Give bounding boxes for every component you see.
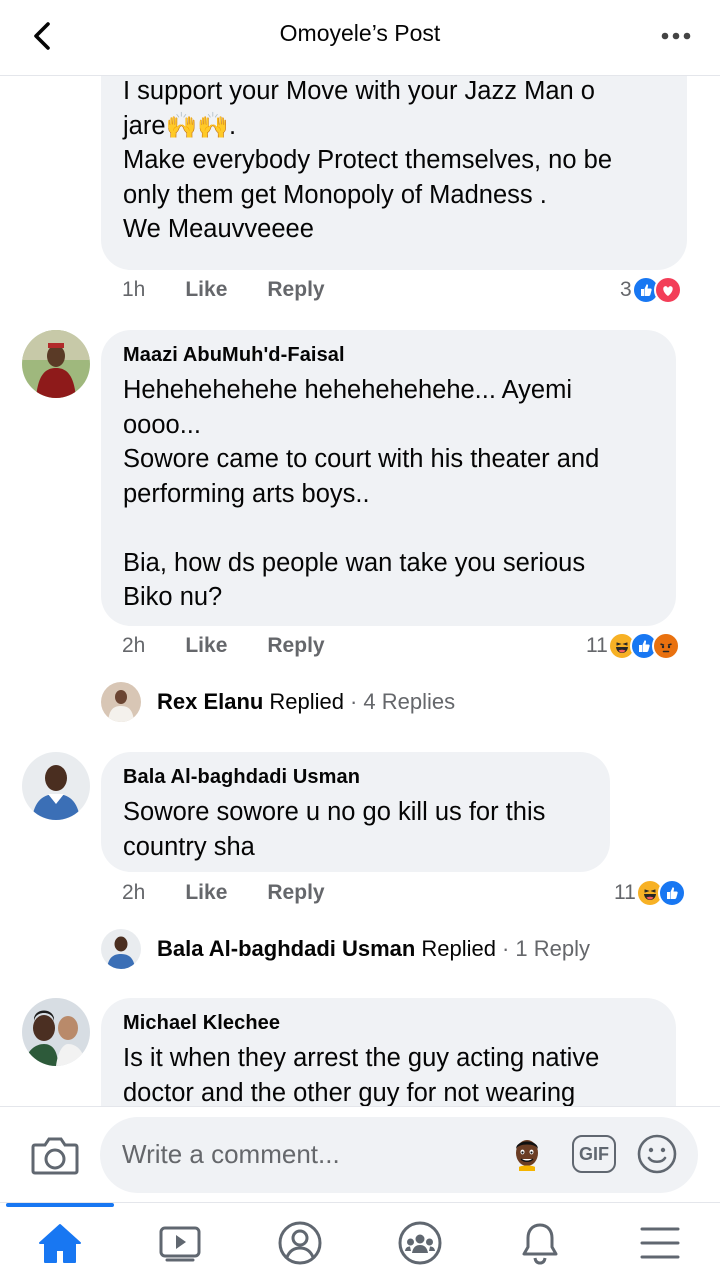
comment-meta: 1h Like Reply bbox=[122, 278, 365, 302]
comment-author[interactable]: Bala Al-baghdadi Usman bbox=[123, 766, 588, 789]
more-options-button[interactable] bbox=[656, 18, 696, 54]
comment-text: Sowore sowore u no go kill us for this c… bbox=[123, 798, 546, 861]
like-button[interactable]: Like bbox=[185, 881, 227, 905]
avatar-sticker-button[interactable] bbox=[512, 1137, 542, 1173]
view-replies-link[interactable]: Rex Elanu Replied · 4 Replies bbox=[101, 682, 455, 722]
like-icon bbox=[657, 879, 686, 907]
comment-text: Is it when they arrest the guy acting na… bbox=[123, 1044, 600, 1106]
view-replies-link[interactable]: Bala Al-baghdadi Usman Replied · 1 Reply bbox=[101, 929, 590, 969]
comment-bubble[interactable]: I support your Move with your Jazz Man o… bbox=[101, 76, 687, 270]
reply-author: Bala Al-baghdadi Usman bbox=[157, 936, 416, 961]
emoji-icon bbox=[637, 1134, 677, 1174]
tab-groups[interactable] bbox=[390, 1217, 450, 1269]
gif-button[interactable]: GIF bbox=[572, 1135, 616, 1173]
avatar-sticker-icon bbox=[516, 1140, 538, 1171]
tab-menu[interactable] bbox=[630, 1217, 690, 1269]
menu-icon bbox=[640, 1227, 680, 1259]
comment-bubble[interactable]: Michael Klechee Is it when they arrest t… bbox=[101, 998, 676, 1106]
reply-button[interactable]: Reply bbox=[267, 881, 324, 905]
active-tab-indicator bbox=[6, 1203, 114, 1207]
avatar[interactable] bbox=[22, 998, 90, 1066]
home-icon bbox=[39, 1224, 81, 1263]
reaction-summary[interactable]: 3 bbox=[620, 276, 682, 304]
comment-author[interactable]: Maazi AbuMuh'd-Faisal bbox=[123, 344, 654, 367]
comment-time: 2h bbox=[122, 634, 146, 657]
reply-verb: Replied bbox=[269, 689, 344, 714]
angry-icon bbox=[651, 632, 680, 660]
reply-button[interactable]: Reply bbox=[267, 634, 324, 658]
comment-time: 1h bbox=[122, 278, 146, 301]
reaction-count: 11 bbox=[614, 881, 636, 904]
like-button[interactable]: Like bbox=[185, 634, 227, 658]
reaction-summary[interactable]: 11 bbox=[586, 632, 680, 660]
tab-home[interactable] bbox=[30, 1217, 90, 1269]
emoji-button[interactable] bbox=[636, 1133, 678, 1175]
reply-avatar bbox=[101, 929, 141, 969]
reply-count: · 4 Replies bbox=[349, 689, 456, 714]
comments-list: I support your Move with your Jazz Man o… bbox=[0, 76, 720, 1106]
page-title: Omoyele’s Post bbox=[279, 20, 441, 46]
tab-notifications[interactable] bbox=[510, 1217, 570, 1269]
header: Omoyele’s Post bbox=[0, 0, 720, 76]
tab-profile[interactable] bbox=[270, 1217, 330, 1269]
groups-icon bbox=[398, 1221, 442, 1265]
reply-button[interactable]: Reply bbox=[267, 278, 324, 302]
comment-text: Hehehehehehe hehehehehehe... Ayemi oooo.… bbox=[123, 376, 600, 611]
comment-text: I support your Move with your Jazz Man o… bbox=[123, 77, 612, 243]
reaction-count: 11 bbox=[586, 634, 608, 657]
comment-bubble[interactable]: Bala Al-baghdadi Usman Sowore sowore u n… bbox=[101, 752, 610, 872]
comment-input-placeholder: Write a comment... bbox=[122, 1139, 340, 1169]
reply-verb: Replied bbox=[421, 936, 496, 961]
comment-bubble[interactable]: Maazi AbuMuh'd-Faisal Hehehehehehe heheh… bbox=[101, 330, 676, 626]
comment-input[interactable]: Write a comment... GIF bbox=[100, 1117, 698, 1193]
like-button[interactable]: Like bbox=[185, 278, 227, 302]
avatar[interactable] bbox=[22, 330, 90, 398]
reply-avatar bbox=[101, 682, 141, 722]
profile-icon bbox=[278, 1221, 322, 1265]
more-icon bbox=[661, 32, 691, 40]
tab-watch[interactable] bbox=[150, 1217, 210, 1269]
love-icon bbox=[653, 276, 682, 304]
reply-author: Rex Elanu bbox=[157, 689, 264, 714]
reply-count: · 1 Reply bbox=[501, 936, 590, 961]
bell-icon bbox=[522, 1223, 558, 1265]
comment-meta: 2h Like Reply bbox=[122, 634, 365, 658]
reaction-summary[interactable]: 11 bbox=[614, 879, 686, 907]
comment-author[interactable]: Michael Klechee bbox=[123, 1012, 654, 1035]
camera-icon bbox=[31, 1137, 79, 1175]
reaction-count: 3 bbox=[620, 278, 632, 301]
bottom-navigation bbox=[0, 1202, 720, 1280]
video-icon bbox=[159, 1226, 201, 1262]
comment-time: 2h bbox=[122, 881, 146, 904]
comment-meta: 2h Like Reply bbox=[122, 881, 365, 905]
avatar[interactable] bbox=[22, 752, 90, 820]
comment-composer: Write a comment... GIF bbox=[0, 1106, 720, 1202]
camera-button[interactable] bbox=[30, 1133, 80, 1177]
